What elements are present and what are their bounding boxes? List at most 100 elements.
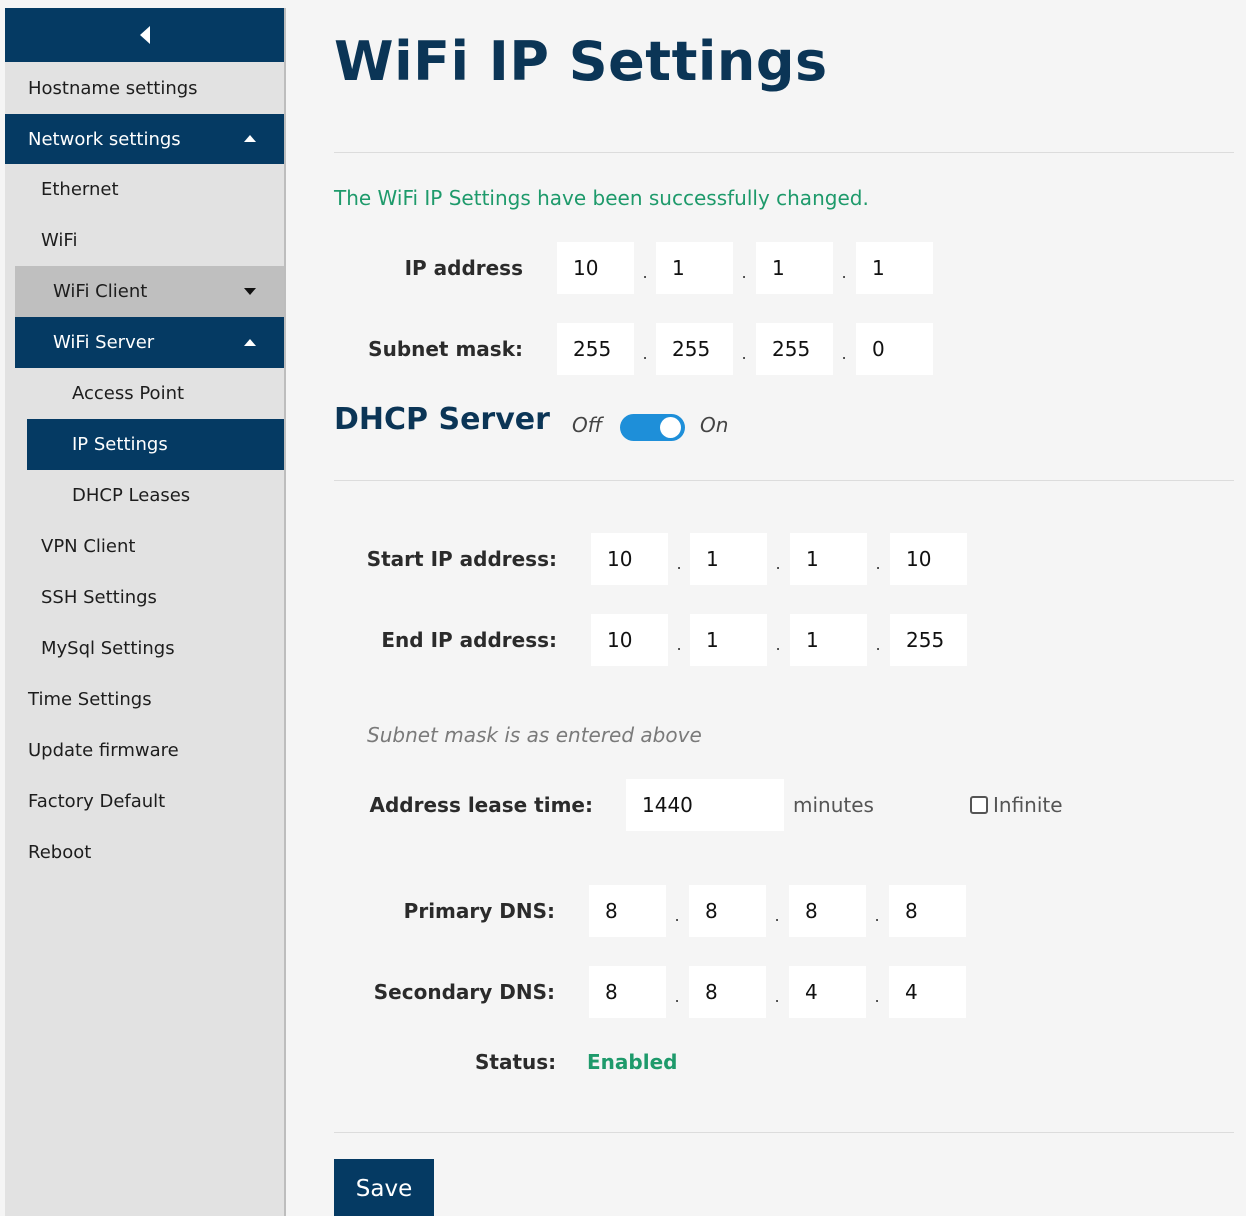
lease-time-label: Address lease time: bbox=[369, 793, 593, 817]
success-message: The WiFi IP Settings have been successfu… bbox=[334, 186, 869, 210]
end-ip-label: End IP address: bbox=[381, 628, 557, 652]
octet-separator: . bbox=[642, 263, 648, 282]
wifi-server-submenu: Access Point IP Settings DHCP Leases bbox=[27, 368, 284, 521]
sidebar-item-hostname-settings[interactable]: Hostname settings bbox=[5, 62, 284, 114]
start-ip-label: Start IP address: bbox=[366, 547, 557, 571]
sidebar-item-label: WiFi bbox=[41, 230, 78, 251]
octet-separator: . bbox=[774, 987, 780, 1006]
primary-dns-octet-3[interactable]: 8 bbox=[789, 885, 866, 937]
sidebar-item-label: IP Settings bbox=[72, 434, 168, 455]
sidebar-item-reboot[interactable]: Reboot bbox=[5, 827, 284, 878]
lease-time-input[interactable]: 1440 bbox=[626, 779, 784, 831]
end-ip-octet-2[interactable]: 1 bbox=[690, 614, 767, 666]
page-title: WiFi IP Settings bbox=[334, 30, 828, 93]
ip-address-octet-4[interactable]: 1 bbox=[856, 242, 933, 294]
dhcp-server-toggle[interactable] bbox=[620, 414, 685, 441]
sidebar-item-access-point[interactable]: Access Point bbox=[27, 368, 284, 419]
toggle-knob bbox=[660, 417, 681, 438]
primary-dns-octet-4[interactable]: 8 bbox=[889, 885, 966, 937]
network-settings-submenu: Ethernet WiFi WiFi Client WiFi Server Ac… bbox=[15, 164, 284, 674]
secondary-dns-octet-4[interactable]: 4 bbox=[889, 966, 966, 1018]
sidebar-item-label: WiFi Client bbox=[53, 281, 148, 302]
octet-separator: . bbox=[741, 344, 747, 363]
sidebar-item-label: WiFi Server bbox=[53, 332, 155, 353]
ip-address-label: IP address bbox=[404, 256, 523, 280]
sidebar-item-label: DHCP Leases bbox=[72, 485, 191, 506]
sidebar-item-time-settings[interactable]: Time Settings bbox=[5, 674, 284, 725]
ip-address-octet-1[interactable]: 10 bbox=[557, 242, 634, 294]
caret-left-icon bbox=[139, 26, 150, 44]
sidebar-item-label: Access Point bbox=[72, 383, 185, 404]
secondary-dns-octet-1[interactable]: 8 bbox=[589, 966, 666, 1018]
sidebar-item-ssh-settings[interactable]: SSH Settings bbox=[15, 572, 284, 623]
subnet-mask-octet-1[interactable]: 255 bbox=[557, 323, 634, 375]
checkbox-icon[interactable] bbox=[970, 796, 988, 814]
end-ip-octet-4[interactable]: 255 bbox=[890, 614, 967, 666]
octet-separator: . bbox=[841, 344, 847, 363]
sidebar-item-network-settings[interactable]: Network settings bbox=[5, 114, 284, 164]
caret-up-icon bbox=[244, 135, 256, 142]
sidebar-item-mysql-settings[interactable]: MySql Settings bbox=[15, 623, 284, 674]
secondary-dns-octet-3[interactable]: 4 bbox=[789, 966, 866, 1018]
primary-dns-octet-2[interactable]: 8 bbox=[689, 885, 766, 937]
status-label: Status: bbox=[475, 1050, 557, 1074]
octet-separator: . bbox=[875, 554, 881, 573]
subnet-mask-octet-4[interactable]: 0 bbox=[856, 323, 933, 375]
sidebar-item-label: Network settings bbox=[28, 128, 181, 150]
sidebar-divider bbox=[284, 8, 286, 1216]
octet-separator: . bbox=[676, 554, 682, 573]
sidebar-item-factory-default[interactable]: Factory Default bbox=[5, 776, 284, 827]
lease-time-unit: minutes bbox=[793, 793, 874, 817]
save-button[interactable]: Save bbox=[334, 1159, 434, 1216]
divider bbox=[334, 480, 1234, 481]
octet-separator: . bbox=[674, 987, 680, 1006]
subnet-hint: Subnet mask is as entered above bbox=[367, 723, 702, 747]
start-ip-octet-3[interactable]: 1 bbox=[790, 533, 867, 585]
sidebar-item-dhcp-leases[interactable]: DHCP Leases bbox=[27, 470, 284, 521]
octet-separator: . bbox=[676, 635, 682, 654]
subnet-mask-label: Subnet mask: bbox=[368, 337, 523, 361]
sidebar: Hostname settings Network settings Ether… bbox=[5, 8, 284, 1216]
octet-separator: . bbox=[775, 635, 781, 654]
caret-down-icon bbox=[244, 287, 256, 295]
sidebar-collapse-button[interactable] bbox=[5, 8, 284, 62]
dhcp-server-heading: DHCP Server bbox=[334, 402, 550, 437]
sidebar-item-ip-settings[interactable]: IP Settings bbox=[27, 419, 284, 470]
subnet-mask-octet-3[interactable]: 255 bbox=[756, 323, 833, 375]
octet-separator: . bbox=[874, 987, 880, 1006]
sidebar-item-wifi-server[interactable]: WiFi Server bbox=[15, 317, 284, 368]
sidebar-item-vpn-client[interactable]: VPN Client bbox=[15, 521, 284, 572]
end-ip-octet-3[interactable]: 1 bbox=[790, 614, 867, 666]
sidebar-item-ethernet[interactable]: Ethernet bbox=[15, 164, 284, 215]
divider bbox=[334, 152, 1234, 153]
start-ip-octet-2[interactable]: 1 bbox=[690, 533, 767, 585]
ip-address-octet-3[interactable]: 1 bbox=[756, 242, 833, 294]
sidebar-item-wifi[interactable]: WiFi bbox=[15, 215, 284, 266]
start-ip-octet-4[interactable]: 10 bbox=[890, 533, 967, 585]
sidebar-item-label: Factory Default bbox=[28, 791, 166, 812]
end-ip-octet-1[interactable]: 10 bbox=[591, 614, 668, 666]
sidebar-item-label: VPN Client bbox=[41, 536, 136, 557]
octet-separator: . bbox=[774, 906, 780, 925]
subnet-mask-octet-2[interactable]: 255 bbox=[656, 323, 733, 375]
toggle-off-label: Off bbox=[572, 413, 603, 437]
start-ip-octet-1[interactable]: 10 bbox=[591, 533, 668, 585]
octet-separator: . bbox=[775, 554, 781, 573]
ip-address-octet-2[interactable]: 1 bbox=[656, 242, 733, 294]
status-value: Enabled bbox=[587, 1050, 678, 1074]
sidebar-item-label: Update firmware bbox=[28, 740, 179, 761]
octet-separator: . bbox=[674, 906, 680, 925]
infinite-label: Infinite bbox=[993, 793, 1063, 817]
caret-up-icon bbox=[244, 338, 256, 346]
infinite-checkbox[interactable]: Infinite bbox=[970, 793, 1063, 817]
divider bbox=[334, 1132, 1234, 1133]
secondary-dns-octet-2[interactable]: 8 bbox=[689, 966, 766, 1018]
primary-dns-octet-1[interactable]: 8 bbox=[589, 885, 666, 937]
secondary-dns-label: Secondary DNS: bbox=[373, 980, 555, 1004]
sidebar-item-label: Reboot bbox=[28, 842, 92, 863]
sidebar-item-label: Hostname settings bbox=[28, 77, 198, 99]
sidebar-item-update-firmware[interactable]: Update firmware bbox=[5, 725, 284, 776]
octet-separator: . bbox=[874, 906, 880, 925]
sidebar-item-wifi-client[interactable]: WiFi Client bbox=[15, 266, 284, 317]
octet-separator: . bbox=[741, 263, 747, 282]
